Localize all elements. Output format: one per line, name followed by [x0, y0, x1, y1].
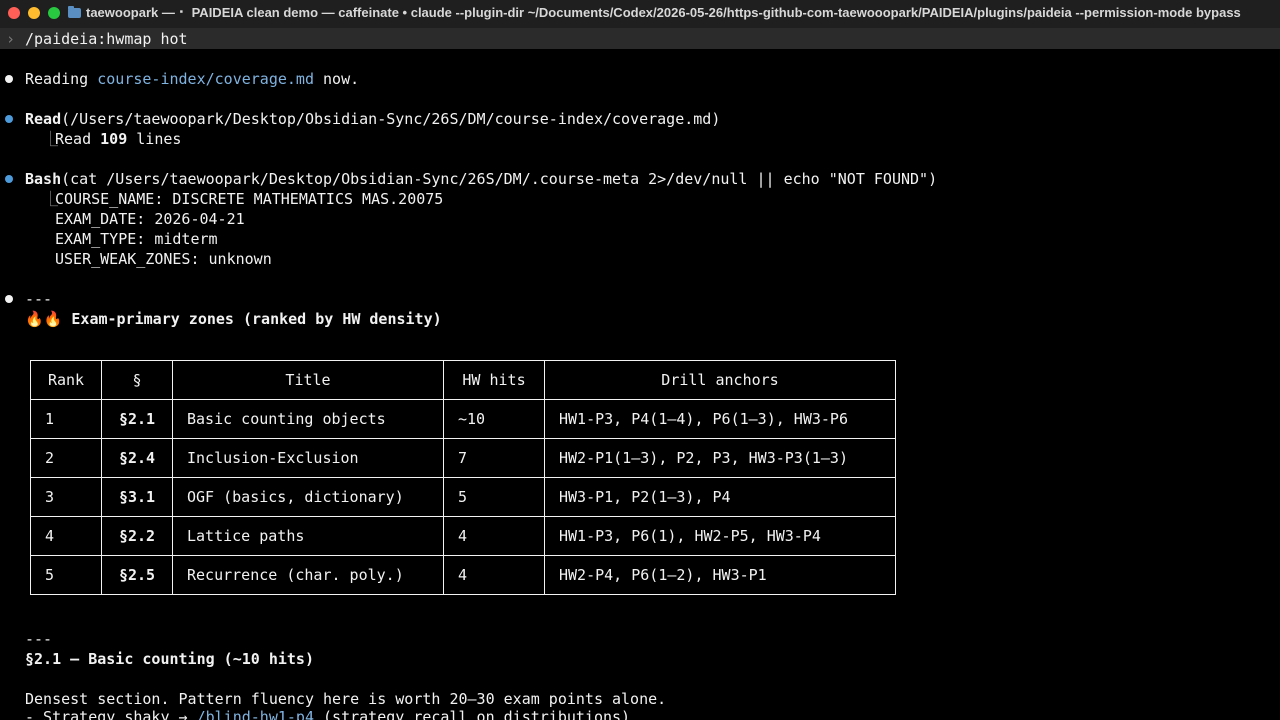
table-row: 5 §2.5 Recurrence (char. poly.) 4 HW2-P4…	[30, 555, 896, 595]
rank-cell: 5	[30, 555, 102, 595]
column-header-section: §	[101, 360, 173, 400]
tool-call-bullet-icon	[5, 175, 13, 183]
window-title-container: taewoopark — ⠂ PAIDEIA clean demo — caff…	[68, 5, 1241, 21]
section-cell: §2.1	[101, 399, 173, 439]
read-result-suffix: lines	[127, 130, 182, 148]
reading-message: Reading course-index/coverage.md now.	[25, 69, 359, 89]
message-bullet-icon	[5, 295, 13, 303]
rank-cell: 1	[30, 399, 102, 439]
drill-anchors-cell: HW2-P1(1–3), P2, P3, HW3-P3(1–3)	[544, 438, 896, 478]
column-header-title: Title	[172, 360, 444, 400]
title-cell: Basic counting objects	[172, 399, 444, 439]
window-titlebar: taewoopark — ⠂ PAIDEIA clean demo — caff…	[0, 0, 1280, 29]
bash-output-line: USER_WEAK_ZONES: unknown	[55, 250, 272, 268]
rank-cell: 4	[30, 516, 102, 556]
read-result-text: Read 109 lines	[55, 129, 181, 149]
section2-body: Densest section. Pattern fluency here is…	[25, 690, 667, 708]
drill-anchors-cell: HW1-P3, P4(1–4), P6(1–3), HW3-P6	[544, 399, 896, 439]
fire-icon: 🔥🔥	[25, 310, 63, 328]
coverage-file-link[interactable]: course-index/coverage.md	[97, 70, 314, 88]
drill-anchors-cell: HW3-P1, P2(1–3), P4	[544, 477, 896, 517]
table-row: 4 §2.2 Lattice paths 4 HW1-P3, P6(1), HW…	[30, 516, 896, 556]
bash-tool-args: (cat /Users/taewoopark/Desktop/Obsidian-…	[61, 170, 938, 188]
bash-tool-call: Bash(cat /Users/taewoopark/Desktop/Obsid…	[25, 169, 937, 189]
reading-suffix: now.	[314, 70, 360, 88]
bullet-suffix: (strategy recall on distributions)	[314, 708, 631, 720]
tool-call-bullet-icon	[5, 115, 13, 123]
prompt-chevron-icon: ›	[6, 30, 16, 48]
section-heading-text: Exam-primary zones (ranked by HW density…	[71, 310, 442, 328]
window-zoom-button[interactable]	[48, 7, 60, 19]
window-minimize-button[interactable]	[28, 7, 40, 19]
section-rule: ---	[25, 290, 53, 308]
section-heading: 🔥🔥 Exam-primary zones (ranked by HW dens…	[25, 309, 442, 329]
section-cell: §2.2	[101, 516, 173, 556]
reading-prefix: Reading	[25, 70, 98, 88]
bash-output-line: EXAM_TYPE: midterm	[55, 230, 218, 248]
read-result-count: 109	[100, 130, 128, 148]
read-tool-call: Read(/Users/taewoopark/Desktop/Obsidian-…	[25, 109, 720, 129]
drill-anchors-cell: HW2-P4, P6(1–2), HW3-P1	[544, 555, 896, 595]
section2-bullet: - Strategy shaky → /blind-hw1-p4 (strate…	[25, 707, 630, 720]
prompt-command: /paideia:hwmap hot	[25, 30, 188, 48]
terminal-output[interactable]: › /paideia:hwmap hot Reading course-inde…	[0, 29, 1280, 720]
window-close-button[interactable]	[8, 7, 20, 19]
section-cell: §3.1	[101, 477, 173, 517]
message-bullet-icon	[5, 75, 13, 83]
rank-cell: 2	[30, 438, 102, 478]
bash-output-line: COURSE_NAME: DISCRETE MATHEMATICS MAS.20…	[55, 190, 444, 208]
column-header-hw-hits: HW hits	[443, 360, 545, 400]
hw-hits-cell: ~10	[443, 399, 545, 439]
table-row: 2 §2.4 Inclusion-Exclusion 7 HW2-P1(1–3)…	[30, 438, 896, 478]
title-cell: Lattice paths	[172, 516, 444, 556]
blind-hw1-p4-link[interactable]: /blind-hw1-p4	[197, 708, 314, 720]
section2-heading: §2.1 — Basic counting (~10 hits)	[25, 650, 314, 668]
hw-hits-cell: 7	[443, 438, 545, 478]
title-cell: Recurrence (char. poly.)	[172, 555, 444, 595]
prompt-line: › /paideia:hwmap hot	[0, 29, 1280, 49]
drill-anchors-cell: HW1-P3, P6(1), HW2-P5, HW3-P4	[544, 516, 896, 556]
window-title: taewoopark — ⠂ PAIDEIA clean demo — caff…	[86, 5, 1241, 20]
bash-output-line: EXAM_DATE: 2026-04-21	[55, 210, 245, 228]
folder-icon	[68, 6, 81, 18]
table-row: 3 §3.1 OGF (basics, dictionary) 5 HW3-P1…	[30, 477, 896, 517]
read-result-prefix: Read	[55, 130, 101, 148]
section-cell: §2.4	[101, 438, 173, 478]
rank-cell: 3	[30, 477, 102, 517]
section2-rule: ---	[25, 630, 53, 648]
title-cell: OGF (basics, dictionary)	[172, 477, 444, 517]
table-header-row: Rank § Title HW hits Drill anchors	[30, 360, 896, 400]
hw-hits-cell: 5	[443, 477, 545, 517]
bash-tool-name: Bash	[25, 170, 62, 188]
hw-hits-cell: 4	[443, 516, 545, 556]
column-header-drill-anchors: Drill anchors	[544, 360, 896, 400]
exam-zones-table: Rank § Title HW hits Drill anchors 1 §2.…	[30, 360, 896, 595]
prompt-highlight	[0, 29, 1280, 49]
read-tool-name: Read	[25, 110, 62, 128]
read-tool-args: (/Users/taewoopark/Desktop/Obsidian-Sync…	[61, 110, 721, 128]
column-header-rank: Rank	[30, 360, 102, 400]
bullet-prefix: - Strategy shaky →	[25, 708, 197, 720]
section-cell: §2.5	[101, 555, 173, 595]
title-cell: Inclusion-Exclusion	[172, 438, 444, 478]
table-row: 1 §2.1 Basic counting objects ~10 HW1-P3…	[30, 399, 896, 439]
hw-hits-cell: 4	[443, 555, 545, 595]
